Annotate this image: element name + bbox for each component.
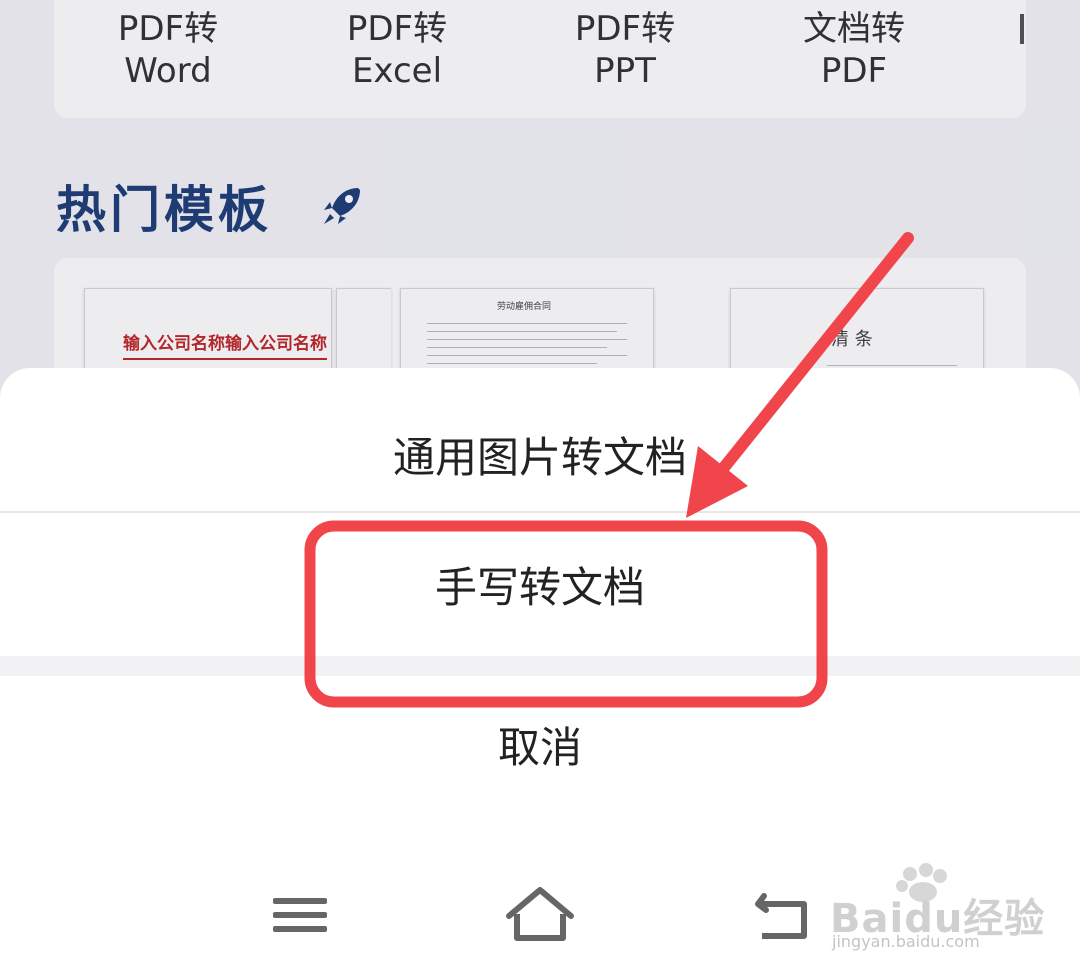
watermark-url: jingyan.baidu.com <box>832 932 980 951</box>
cancel-button[interactable]: 取消 <box>0 708 1080 788</box>
home-icon[interactable] <box>495 878 585 948</box>
separator-bar <box>0 656 1080 676</box>
back-icon[interactable] <box>742 878 832 948</box>
handwriting-to-doc-option[interactable]: 手写转文档 <box>0 548 1080 628</box>
menu-icon[interactable] <box>255 878 345 948</box>
divider <box>0 511 1080 513</box>
general-image-to-doc-option[interactable]: 通用图片转文档 <box>0 418 1080 498</box>
